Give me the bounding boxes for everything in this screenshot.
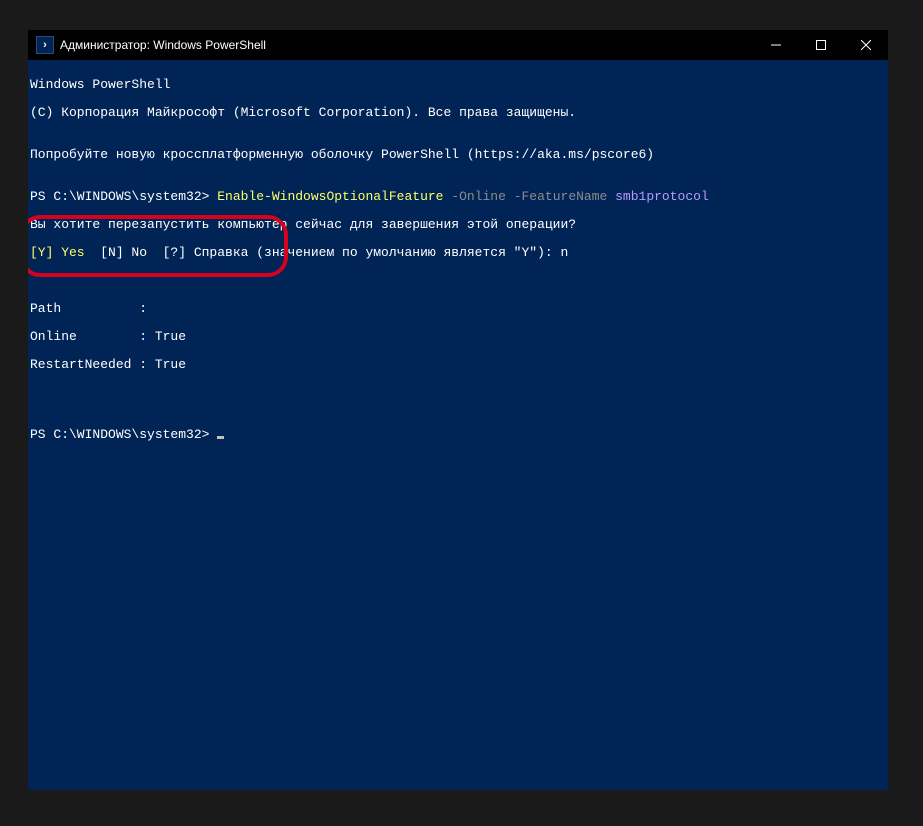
prompt-prefix: PS C:\WINDOWS\system32> — [30, 189, 217, 204]
banner-line-1: Windows PowerShell — [30, 78, 888, 92]
param-featurename: -FeatureName — [506, 189, 607, 204]
param-online: -Online — [443, 189, 505, 204]
param-value: smb1protocol — [607, 189, 708, 204]
cursor — [217, 436, 224, 439]
banner-line-2: (C) Корпорация Майкрософт (Microsoft Cor… — [30, 106, 888, 120]
titlebar[interactable]: › Администратор: Windows PowerShell — [28, 30, 888, 60]
window-title: Администратор: Windows PowerShell — [60, 38, 266, 52]
prompt-line: PS C:\WINDOWS\system32> — [30, 428, 888, 442]
confirm-question: Вы хотите перезапустить компьютер сейчас… — [30, 218, 888, 232]
prompt-prefix: PS C:\WINDOWS\system32> — [30, 427, 217, 442]
option-yes: [Y] Yes — [30, 245, 85, 260]
confirm-options: [Y] Yes [N] No [?] Справка (значением по… — [30, 246, 888, 260]
minimize-button[interactable] — [753, 30, 798, 60]
option-rest: [N] No [?] Справка (значением по умолчан… — [85, 245, 569, 260]
powershell-icon: › — [36, 36, 54, 54]
cmdlet: Enable-WindowsOptionalFeature — [217, 189, 443, 204]
banner-line-3: Попробуйте новую кроссплатформенную обол… — [30, 148, 888, 162]
maximize-button[interactable] — [798, 30, 843, 60]
output-online: Online : True — [30, 330, 888, 344]
output-path: Path : — [30, 302, 888, 316]
output-restartneeded: RestartNeeded : True — [30, 358, 888, 372]
terminal-area[interactable]: Windows PowerShell (C) Корпорация Майкро… — [28, 60, 888, 790]
command-line: PS C:\WINDOWS\system32> Enable-WindowsOp… — [30, 190, 888, 204]
close-button[interactable] — [843, 30, 888, 60]
powershell-window: › Администратор: Windows PowerShell Wind… — [28, 30, 888, 790]
